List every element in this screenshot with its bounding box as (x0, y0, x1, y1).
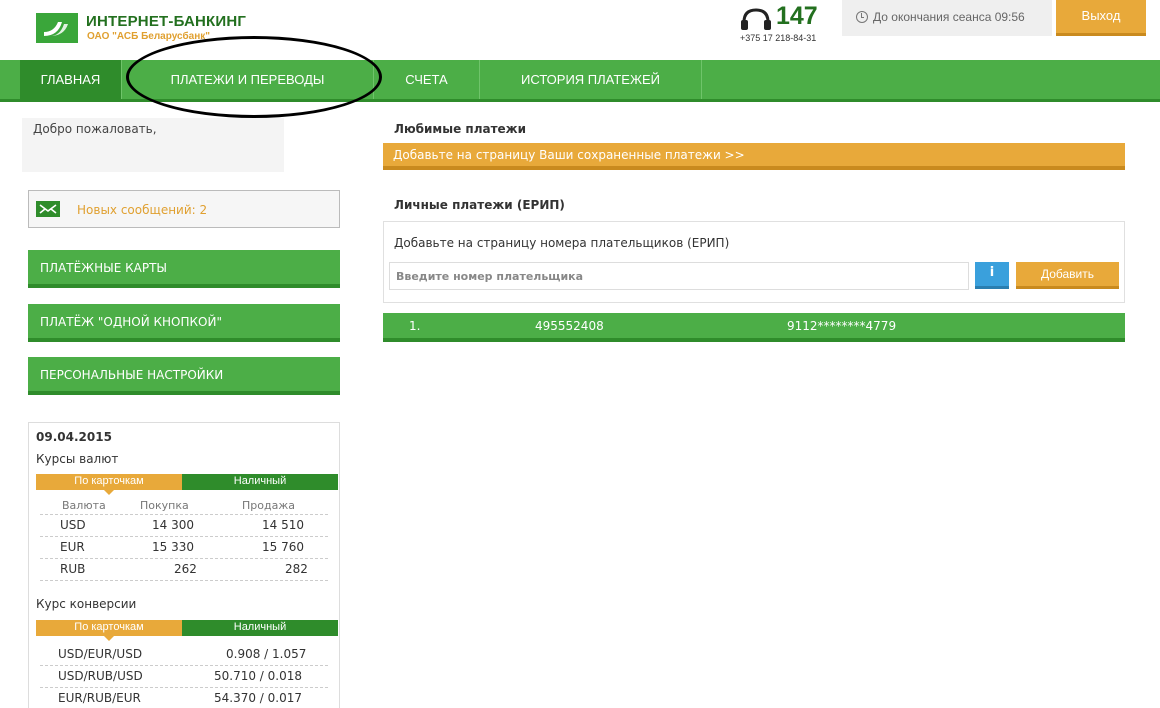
rate-buy: 14 300 (152, 518, 194, 532)
logo-subtitle: ОАО "АСБ Беларусбанк" (87, 31, 210, 42)
payer-index: 1. (409, 319, 421, 333)
rate-currency: USD (60, 518, 86, 532)
rates-tab-cash[interactable]: Наличный (182, 474, 338, 490)
rates-date: 09.04.2015 (36, 430, 112, 444)
tab-payments-transfers[interactable]: ПЛАТЕЖИ И ПЕРЕВОДЫ (122, 60, 374, 99)
tab-main[interactable]: ГЛАВНАЯ (20, 60, 122, 99)
rates-divider (40, 580, 328, 581)
conversion-tab-cards[interactable]: По карточкам (36, 620, 182, 641)
rates-header-currency: Валюта (62, 499, 106, 512)
one-click-payment-button[interactable]: ПЛАТЁЖ "ОДНОЙ КНОПКОЙ" (28, 304, 340, 342)
add-payer-button[interactable]: Добавить (1016, 262, 1119, 289)
conversion-value: 0.908 / 1.057 (226, 647, 307, 661)
rates-divider (40, 687, 328, 688)
rate-buy: 262 (174, 562, 197, 576)
main-nav: ГЛАВНАЯ ПЛАТЕЖИ И ПЕРЕВОДЫ СЧЕТА ИСТОРИЯ… (0, 60, 1160, 102)
add-saved-payments-link[interactable]: Добавьте на страницу Ваши сохраненные пл… (383, 143, 1125, 170)
conversion-tabs: По карточкам Наличный (36, 620, 338, 641)
rate-currency: RUB (60, 562, 86, 576)
conversion-title: Курс конверсии (36, 597, 137, 611)
rate-sell: 282 (285, 562, 308, 576)
hotline-full-number: +375 17 218-84-31 (740, 33, 817, 43)
conversion-value: 50.710 / 0.018 (214, 669, 303, 683)
rates-divider (40, 514, 328, 515)
payer-list-row[interactable]: 1. 495552408 9112********4779 (383, 313, 1125, 342)
rates-divider (40, 536, 328, 537)
payer-card-number: 9112********4779 (787, 319, 897, 333)
rates-divider (40, 558, 328, 559)
favorite-payments-title: Любимые платежи (394, 122, 527, 136)
headset-icon (741, 8, 771, 30)
conversion-value: 54.370 / 0.017 (214, 691, 303, 705)
tab-accounts[interactable]: СЧЕТА (374, 60, 480, 99)
logo-title: ИНТЕРНЕТ-БАНКИНГ (86, 13, 247, 30)
conversion-pair: EUR/RUB/EUR (58, 691, 141, 705)
clock-icon (856, 11, 868, 23)
rate-sell: 14 510 (262, 518, 304, 532)
payer-number-input[interactable] (389, 262, 969, 290)
rates-divider (40, 665, 328, 666)
welcome-text: Добро пожаловать, (33, 122, 157, 136)
header: ИНТЕРНЕТ-БАНКИНГ ОАО "АСБ Беларусбанк" 1… (0, 0, 1160, 60)
session-timer-text: До окончания сеанса 09:56 (873, 10, 1025, 24)
rates-header-buy: Покупка (140, 499, 189, 512)
conversion-tab-cash[interactable]: Наличный (182, 620, 338, 636)
envelope-icon (36, 201, 60, 217)
rate-buy: 15 330 (152, 540, 194, 554)
hotline-number: 147 (776, 2, 818, 30)
conversion-pair: USD/EUR/USD (58, 647, 143, 661)
rates-tabs: По карточкам Наличный (36, 474, 338, 495)
rates-header-sell: Продажа (242, 499, 295, 512)
conversion-pair: USD/RUB/USD (58, 669, 143, 683)
new-messages-count[interactable]: Новых сообщений: 2 (77, 203, 207, 217)
payer-number: 495552408 (535, 319, 604, 333)
rate-sell: 15 760 (262, 540, 304, 554)
rates-tab-cards[interactable]: По карточкам (36, 474, 182, 495)
rates-title: Курсы валют (36, 452, 119, 466)
rate-currency: EUR (60, 540, 85, 554)
info-button[interactable]: i (975, 262, 1009, 289)
bank-logo-icon[interactable] (36, 13, 78, 43)
payment-cards-button[interactable]: ПЛАТЁЖНЫЕ КАРТЫ (28, 250, 340, 288)
tab-payment-history[interactable]: ИСТОРИЯ ПЛАТЕЖЕЙ (480, 60, 702, 99)
logout-button[interactable]: Выход (1056, 0, 1146, 36)
personal-settings-button[interactable]: ПЕРСОНАЛЬНЫЕ НАСТРОЙКИ (28, 357, 340, 395)
erip-payments-title: Личные платежи (ЕРИП) (394, 198, 565, 212)
erip-hint: Добавьте на страницу номера плательщиков… (394, 236, 730, 250)
